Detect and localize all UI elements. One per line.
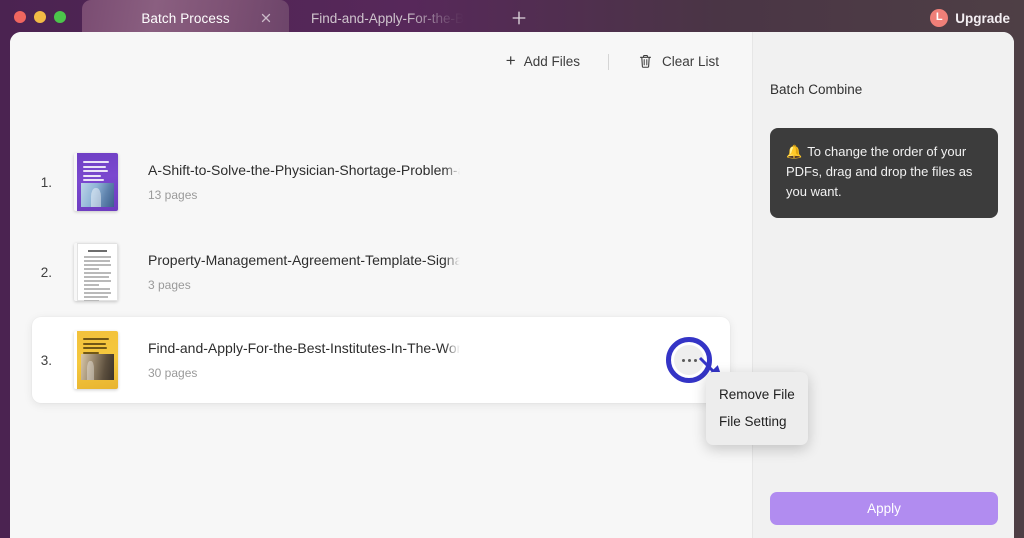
panel-title: Batch Combine (770, 82, 863, 97)
file-page-count: 3 pages (148, 278, 191, 292)
clear-list-button[interactable]: Clear List (631, 49, 725, 74)
plus-icon (512, 11, 526, 25)
tab-label: Batch Process (141, 10, 230, 26)
minimize-window-button[interactable] (34, 11, 46, 23)
plus-icon: + (505, 51, 516, 70)
context-menu: Remove File File Setting (706, 372, 808, 445)
file-list-item[interactable]: 1. A-Shift-to-Solve-the-Physician-Shorta… (32, 137, 730, 227)
file-thumbnail (74, 243, 118, 301)
row-index: 2. (40, 264, 52, 280)
upgrade-button[interactable]: L Upgrade (930, 6, 1010, 30)
row-index: 3. (40, 352, 52, 368)
upgrade-label: Upgrade (955, 10, 1010, 26)
file-page-count: 30 pages (148, 366, 198, 380)
menu-item-remove-file[interactable]: Remove File (706, 381, 808, 408)
apply-button[interactable]: Apply (770, 492, 998, 525)
file-meta: Property-Management-Agreement-Template-S… (148, 252, 460, 292)
toolbar-divider (607, 53, 609, 70)
new-tab-button[interactable] (508, 7, 530, 29)
add-files-label: Add Files (523, 54, 580, 69)
close-icon[interactable] (259, 11, 273, 25)
app-body: + Add Files Clear List 1. A-Shift-to-Sol… (10, 32, 1014, 538)
window-controls (14, 11, 66, 23)
row-index: 1. (40, 174, 52, 190)
side-panel: Batch Combine 🔔 To change the order of yo… (752, 32, 1014, 538)
file-meta: A-Shift-to-Solve-the-Physician-Shortage-… (148, 162, 460, 202)
tab-batch-process[interactable]: Batch Process (82, 0, 289, 36)
file-list: 1. A-Shift-to-Solve-the-Physician-Shorta… (10, 137, 752, 403)
title-bar: Batch Process Find-and-Apply-For-the-B L… (0, 0, 1024, 36)
bell-icon: 🔔 (786, 144, 803, 159)
menu-item-file-setting[interactable]: File Setting (706, 408, 808, 435)
tip-banner: 🔔 To change the order of your PDFs, drag … (770, 128, 998, 218)
crown-icon: L (930, 9, 949, 27)
tab-find-and-apply[interactable]: Find-and-Apply-For-the-B (289, 0, 499, 36)
clear-list-label: Clear List (661, 54, 719, 69)
list-toolbar: + Add Files Clear List (500, 49, 725, 74)
file-page-count: 13 pages (148, 188, 198, 202)
maximize-window-button[interactable] (54, 11, 66, 23)
tab-bar: Batch Process Find-and-Apply-For-the-B (82, 0, 499, 36)
file-list-item[interactable]: 2. Property-Management-Agreement-Templat… (32, 227, 730, 317)
file-name: Property-Management-Agreement-Template-S… (148, 252, 460, 268)
trash-icon (637, 53, 654, 70)
file-name: A-Shift-to-Solve-the-Physician-Shortage-… (148, 162, 460, 178)
file-thumbnail (74, 153, 118, 211)
file-options-button[interactable] (666, 337, 712, 383)
file-list-item-selected[interactable]: 3. Find-and-Apply-For-the-Best-Institute… (32, 317, 730, 403)
add-files-button[interactable]: + Add Files (500, 49, 586, 74)
file-name: Find-and-Apply-For-the-Best-Institutes-I… (148, 340, 460, 356)
file-meta: Find-and-Apply-For-the-Best-Institutes-I… (148, 340, 460, 380)
close-window-button[interactable] (14, 11, 26, 23)
apply-label: Apply (867, 501, 901, 516)
main-pane: + Add Files Clear List 1. A-Shift-to-Sol… (10, 32, 808, 538)
ellipsis-icon[interactable] (674, 345, 704, 375)
file-thumbnail (74, 331, 118, 389)
app-window: Batch Process Find-and-Apply-For-the-B L… (0, 0, 1024, 538)
tip-text: To change the order of your PDFs, drag a… (786, 144, 973, 199)
tab-label: Find-and-Apply-For-the-B (311, 10, 465, 26)
